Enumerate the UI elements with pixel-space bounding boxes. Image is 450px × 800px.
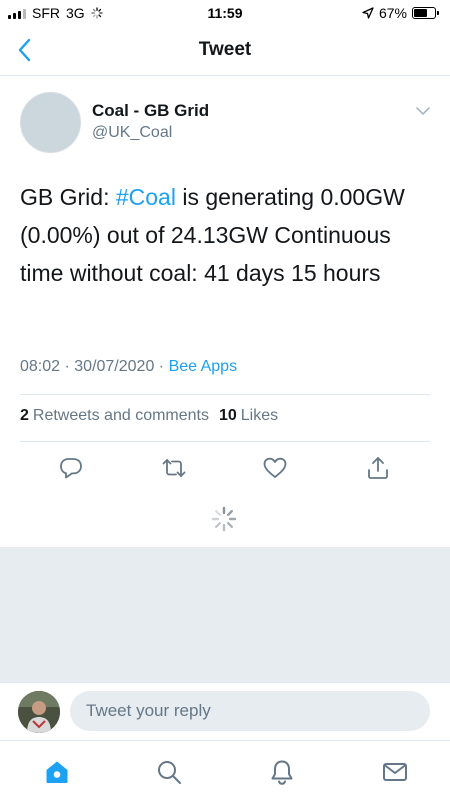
notifications-icon[interactable] xyxy=(268,758,296,786)
reply-bar: Tweet your reply xyxy=(0,682,450,740)
tweet-text: GB Grid: #Coal is generating 0.00GW (0.0… xyxy=(20,178,435,292)
likes-stat[interactable]: 10 Likes xyxy=(219,407,278,425)
author-handle[interactable]: @UK_Coal xyxy=(92,124,172,142)
divider xyxy=(20,441,430,442)
like-icon[interactable] xyxy=(262,455,288,481)
chevron-down-icon[interactable] xyxy=(414,104,432,118)
loading-spinner-icon xyxy=(211,506,237,532)
share-icon[interactable] xyxy=(365,455,391,481)
hashtag-link[interactable]: #Coal xyxy=(116,184,176,210)
author-avatar[interactable] xyxy=(20,92,81,153)
user-avatar-image xyxy=(18,691,60,733)
meta-separator-2: · xyxy=(154,358,169,375)
location-arrow-icon xyxy=(362,7,374,19)
battery-icon xyxy=(412,7,439,19)
divider xyxy=(20,394,430,395)
likes-count: 10 xyxy=(218,407,237,424)
nav-bar: Tweet xyxy=(0,26,450,76)
tweet-source-link[interactable]: Bee Apps xyxy=(169,358,238,375)
author-display-name[interactable]: Coal - GB Grid xyxy=(92,101,209,121)
tweet-stats: 2 Retweets and comments 10 Likes xyxy=(20,407,288,425)
retweets-label: Retweets and comments xyxy=(32,407,209,424)
retweets-stat[interactable]: 2 Retweets and comments xyxy=(20,407,209,425)
user-avatar[interactable] xyxy=(18,691,60,733)
battery-fill xyxy=(414,9,428,17)
battery-percent: 67% xyxy=(378,5,407,21)
replies-area xyxy=(0,547,450,682)
tweet-date: 30/07/2020 xyxy=(74,358,155,375)
tweet-time: 08:02 xyxy=(20,358,61,375)
retweet-icon[interactable] xyxy=(161,455,187,481)
status-bar: SFR 3G 11:59 67% xyxy=(0,0,450,26)
meta-separator: · xyxy=(60,358,75,375)
tweet-meta: 08:02 · 30/07/2020 · Bee Apps xyxy=(20,358,237,376)
reply-icon[interactable] xyxy=(58,455,84,481)
status-right: 67% xyxy=(362,5,439,21)
tab-bar xyxy=(0,740,450,800)
page-title: Tweet xyxy=(198,39,252,60)
home-icon[interactable] xyxy=(43,758,71,786)
reply-input[interactable]: Tweet your reply xyxy=(70,691,430,731)
likes-label: Likes xyxy=(240,407,279,424)
messages-icon[interactable] xyxy=(381,758,409,786)
tweet-text-prefix: GB Grid: xyxy=(20,184,116,210)
retweets-count: 2 xyxy=(20,407,29,424)
search-icon[interactable] xyxy=(155,758,183,786)
